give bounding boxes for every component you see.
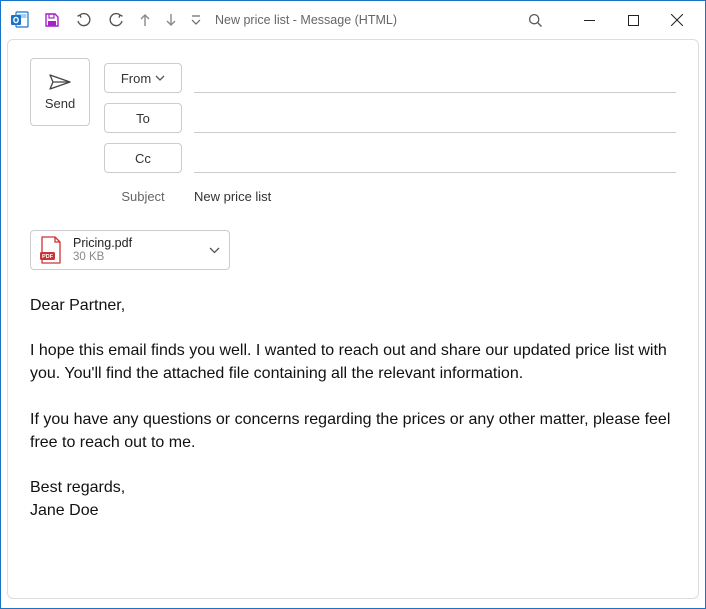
search-button[interactable] [515, 5, 555, 35]
body-paragraph: I hope this email finds you well. I want… [16, 339, 676, 385]
cc-row: Cc [104, 138, 676, 178]
send-icon [49, 74, 71, 90]
message-body[interactable]: Dear Partner, I hope this email finds yo… [8, 280, 698, 530]
chevron-down-icon [155, 75, 165, 81]
from-row: From [104, 58, 676, 98]
save-button[interactable] [37, 5, 67, 35]
body-paragraph: Best regards, Jane Doe [16, 476, 676, 522]
compose-header: Send From To Cc [8, 40, 698, 220]
cc-button[interactable]: Cc [104, 143, 182, 173]
customize-toolbar-button[interactable] [185, 5, 207, 35]
recipient-fields: From To Cc Subject New price list [104, 58, 676, 214]
body-paragraph: If you have any questions or concerns re… [16, 408, 676, 454]
svg-text:PDF: PDF [42, 254, 54, 260]
attachment-info: Pricing.pdf 30 KB [73, 236, 197, 265]
attachment-menu-button[interactable] [205, 247, 223, 254]
undo-button[interactable] [69, 5, 99, 35]
window-title: New price list - Message (HTML) [215, 13, 397, 27]
to-row: To [104, 98, 676, 138]
minimize-button[interactable] [567, 5, 611, 35]
attachment-item[interactable]: PDF Pricing.pdf 30 KB [30, 230, 230, 270]
close-button[interactable] [655, 5, 699, 35]
subject-row: Subject New price list [104, 178, 676, 214]
cc-input[interactable] [194, 143, 676, 173]
send-button[interactable]: Send [30, 58, 90, 126]
pdf-icon: PDF [37, 235, 65, 265]
previous-item-button[interactable] [133, 5, 157, 35]
from-button[interactable]: From [104, 63, 182, 93]
chevron-down-icon [209, 247, 220, 254]
subject-label: Subject [104, 189, 182, 204]
to-input[interactable] [194, 103, 676, 133]
attachment-size: 30 KB [73, 251, 197, 265]
to-button[interactable]: To [104, 103, 182, 133]
to-label: To [136, 111, 150, 126]
maximize-button[interactable] [611, 5, 655, 35]
subject-input[interactable]: New price list [194, 189, 676, 204]
send-label: Send [45, 96, 75, 111]
attachments-area: PDF Pricing.pdf 30 KB [8, 220, 698, 280]
quick-access-toolbar [5, 5, 207, 35]
outlook-icon [5, 5, 35, 35]
next-item-button[interactable] [159, 5, 183, 35]
body-paragraph: Dear Partner, [16, 294, 676, 317]
titlebar: New price list - Message (HTML) [1, 1, 705, 39]
from-input[interactable] [194, 63, 676, 93]
cc-label: Cc [135, 151, 151, 166]
redo-button[interactable] [101, 5, 131, 35]
from-label: From [121, 71, 151, 86]
attachment-name: Pricing.pdf [73, 236, 197, 251]
compose-panel: Send From To Cc [7, 39, 699, 599]
